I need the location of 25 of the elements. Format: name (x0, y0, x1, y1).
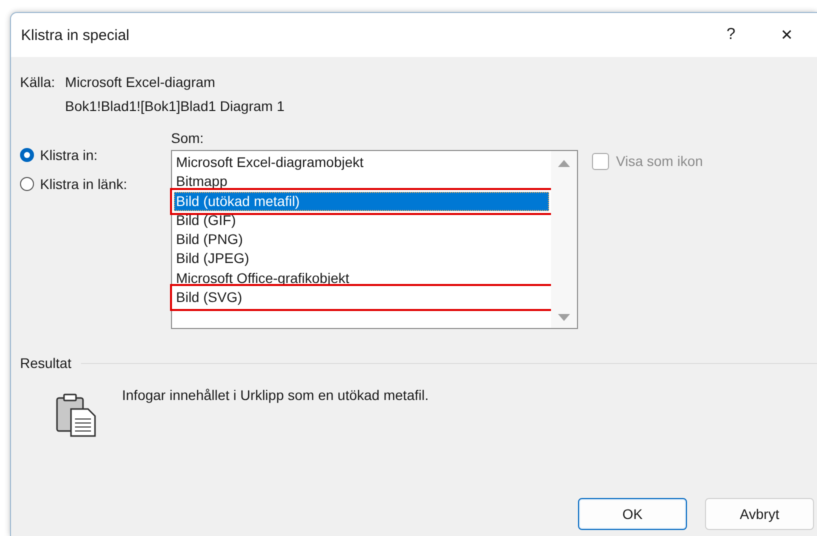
window-title: Klistra in special (21, 26, 130, 44)
section-heading: Resultat (20, 355, 72, 371)
radio-label[interactable]: Klistra in: (40, 146, 98, 162)
source-text: Bok1!Blad1![Bok1]Blad1 Diagram 1 (65, 97, 284, 116)
list-item[interactable]: Microsoft Office-grafikobjekt (174, 268, 549, 288)
clipboard-icon (55, 393, 97, 437)
dialog-button[interactable]: OK (578, 498, 687, 530)
list-item[interactable]: Bild (JPEG) (174, 249, 549, 269)
list-item[interactable]: Bild (PNG) (174, 230, 549, 250)
list-label: Som: (171, 130, 205, 146)
radio-button[interactable] (20, 176, 34, 190)
result-description: Infogar innehållet i Urklipp som en utökad metafil. (122, 387, 429, 405)
radio-button[interactable] (20, 148, 34, 162)
close-button[interactable]: ✕ (759, 26, 815, 44)
help-button[interactable]: ? (703, 26, 759, 44)
list-item[interactable]: Bitmapp (174, 172, 549, 192)
list-item[interactable]: Bild (GIF) (174, 210, 549, 230)
scroll-down-icon[interactable] (558, 314, 570, 322)
source-label: Källa: (20, 73, 56, 92)
list-item[interactable]: Bild (utökad metafil) (174, 192, 549, 211)
list-item[interactable]: Microsoft Excel-diagramobjekt (174, 153, 549, 172)
scroll-up-icon[interactable] (558, 159, 570, 167)
dialog-button[interactable]: Avbryt (705, 498, 814, 530)
source-text: Microsoft Excel-diagram (65, 73, 216, 92)
radio-label[interactable]: Klistra in länk: (40, 176, 128, 192)
